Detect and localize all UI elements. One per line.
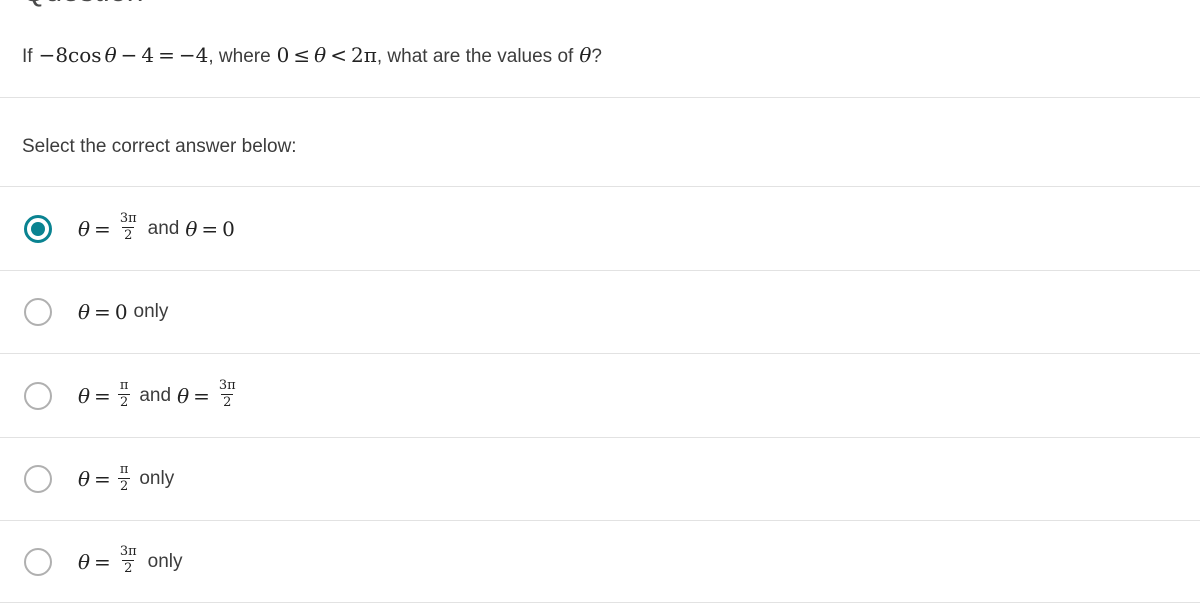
radio-button-option-4[interactable] (24, 465, 52, 493)
option2-suffix: only (133, 301, 169, 322)
answer-option-5[interactable]: θ = 3π 2 only (0, 521, 1200, 602)
prompt-variable-theta: θ (579, 43, 592, 67)
option1-equals: = (94, 216, 111, 241)
radio-button-option-2[interactable] (24, 298, 52, 326)
option4-fraction-pi-over-2: π2 (117, 461, 131, 494)
answer-option-2[interactable]: θ = 0 only (0, 271, 1200, 353)
option5-fraction-denominator: 2 (122, 560, 135, 576)
answer-option-3-label: θ = π 2 and θ = 3π 2 (78, 378, 241, 410)
prompt-domain-lt: < (330, 43, 347, 67)
option1-fraction-denominator: 2 (122, 227, 135, 243)
prompt-domain-theta: θ (314, 43, 327, 67)
option3-fraction-3pi-over-2: 3π 2 (217, 379, 238, 409)
page-title: Question (22, 0, 144, 10)
option3-fraction2-denominator: 2 (221, 394, 234, 410)
option3-fraction-pi-over-2: π2 (117, 378, 131, 410)
answer-option-2-label: θ = 0 only (78, 298, 168, 326)
prompt-expression-equals: = (158, 43, 175, 67)
option4-fraction-numerator: π (119, 461, 129, 477)
option5-equals: = (94, 549, 111, 574)
prompt-expression-four: 4 (141, 43, 155, 67)
prompt-expression-minus: − (120, 43, 138, 67)
option1-equals-2: = (201, 216, 219, 241)
prompt-expression-neg8cos: −8cos (38, 43, 102, 67)
radio-button-option-5[interactable] (24, 547, 52, 576)
option3-equals: = (94, 383, 111, 408)
option4-theta: θ (78, 467, 91, 491)
answer-option-1-label: θ = 3π 2 and θ = 0 (78, 212, 235, 243)
option1-fraction-3pi-over-2: 3π 2 (118, 212, 139, 242)
option5-fraction-numerator: 3π (119, 544, 137, 560)
option4-suffix: only (139, 468, 175, 489)
option5-suffix: only (147, 550, 183, 572)
option1-fraction-numerator: 3π (119, 211, 137, 227)
prompt-domain-twopi: 2π (350, 43, 377, 67)
option3-fraction2-numerator: 3π (218, 378, 236, 394)
option3-equals-2: = (193, 383, 210, 408)
option5-theta: θ (78, 549, 91, 574)
option3-fraction1-denominator: 2 (117, 394, 131, 410)
option1-conjunction: and (147, 217, 180, 239)
option5-fraction-3pi-over-2: 3π 2 (118, 545, 139, 575)
prompt-domain-zero: 0 (276, 43, 290, 67)
option1-value-2: 0 (222, 216, 235, 241)
answer-option-4-label: θ = π 2 only (78, 461, 175, 494)
select-answer-instruction: Select the correct answer below: (22, 136, 297, 157)
option1-theta-2: θ (185, 216, 198, 241)
prompt-question-mark: ? (591, 46, 602, 67)
prompt-tail: , what are the values of (376, 46, 574, 67)
divider (0, 97, 1200, 98)
radio-button-option-1[interactable] (24, 214, 52, 243)
option3-theta-2: θ (177, 383, 190, 408)
answer-option-3[interactable]: θ = π 2 and θ = 3π 2 (0, 354, 1200, 437)
option2-theta: θ (78, 300, 91, 324)
answer-option-1[interactable]: θ = 3π 2 and θ = 0 (0, 187, 1200, 270)
radio-button-option-3[interactable] (24, 381, 52, 410)
prompt-expression-theta: θ (104, 43, 117, 67)
option3-conjunction: and (139, 384, 172, 406)
prompt-lead: If (22, 46, 33, 67)
option4-fraction-denominator: 2 (117, 477, 131, 494)
divider (0, 602, 1200, 603)
option2-value: 0 (114, 300, 128, 324)
option1-theta: θ (78, 216, 91, 241)
answer-option-5-label: θ = 3π 2 only (78, 545, 183, 576)
question-prompt: If −8cos θ −4 = −4, where 0 ≤ θ <2π, what are the… (22, 40, 1180, 72)
prompt-domain-leq: ≤ (293, 43, 311, 67)
prompt-expression-neg4: −4 (178, 43, 209, 67)
option3-fraction1-numerator: π (119, 378, 129, 394)
answer-option-4[interactable]: θ = π 2 only (0, 438, 1200, 520)
option2-equals: = (94, 300, 111, 324)
prompt-where: , where (208, 46, 271, 67)
option4-equals: = (94, 467, 111, 491)
option3-theta: θ (78, 383, 91, 408)
